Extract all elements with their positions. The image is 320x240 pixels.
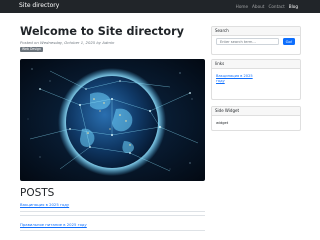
search-card-header: Search	[212, 27, 300, 36]
nav-home[interactable]: Home	[236, 3, 248, 10]
divider	[20, 230, 205, 231]
post-link[interactable]: Правильное питание в 2025 году	[20, 222, 87, 227]
category-badge[interactable]: Web Design	[20, 47, 43, 52]
search-input[interactable]: Enter search term...	[216, 38, 279, 45]
side-widget-header: Side Widget	[212, 107, 300, 116]
nav-blog[interactable]: Blog	[289, 3, 298, 10]
sidebar-link[interactable]: Вакцинация в 2025	[216, 74, 253, 79]
top-navbar: Site directory Home About Contact Blog	[0, 0, 320, 13]
side-widget-text: widget	[216, 121, 229, 125]
search-button[interactable]: Go!	[283, 38, 295, 45]
brand-link[interactable]: Site directory	[19, 2, 59, 10]
links-card: links Вакцинация в 2025 году	[211, 59, 301, 100]
earth-network-image	[20, 59, 205, 181]
nav-links: Home About Contact Blog	[236, 3, 298, 10]
sidebar-link[interactable]: году	[216, 79, 225, 84]
post-title: Welcome to Site directory	[20, 25, 184, 38]
side-widget-card: Side Widget widget	[211, 106, 301, 131]
posts-heading: POSTS	[20, 187, 55, 199]
nav-contact[interactable]: Contact	[268, 3, 284, 10]
divider	[20, 215, 205, 216]
post-link[interactable]: Вакцинация в 2025 году	[20, 202, 69, 207]
search-card: Search Enter search term... Go!	[211, 26, 301, 55]
links-card-header: links	[212, 60, 300, 69]
hero-image	[20, 59, 205, 181]
divider	[20, 211, 205, 212]
nav-about[interactable]: About	[252, 3, 264, 10]
post-meta: Posted on Wednesday, October 1, 2025 by …	[20, 40, 115, 45]
